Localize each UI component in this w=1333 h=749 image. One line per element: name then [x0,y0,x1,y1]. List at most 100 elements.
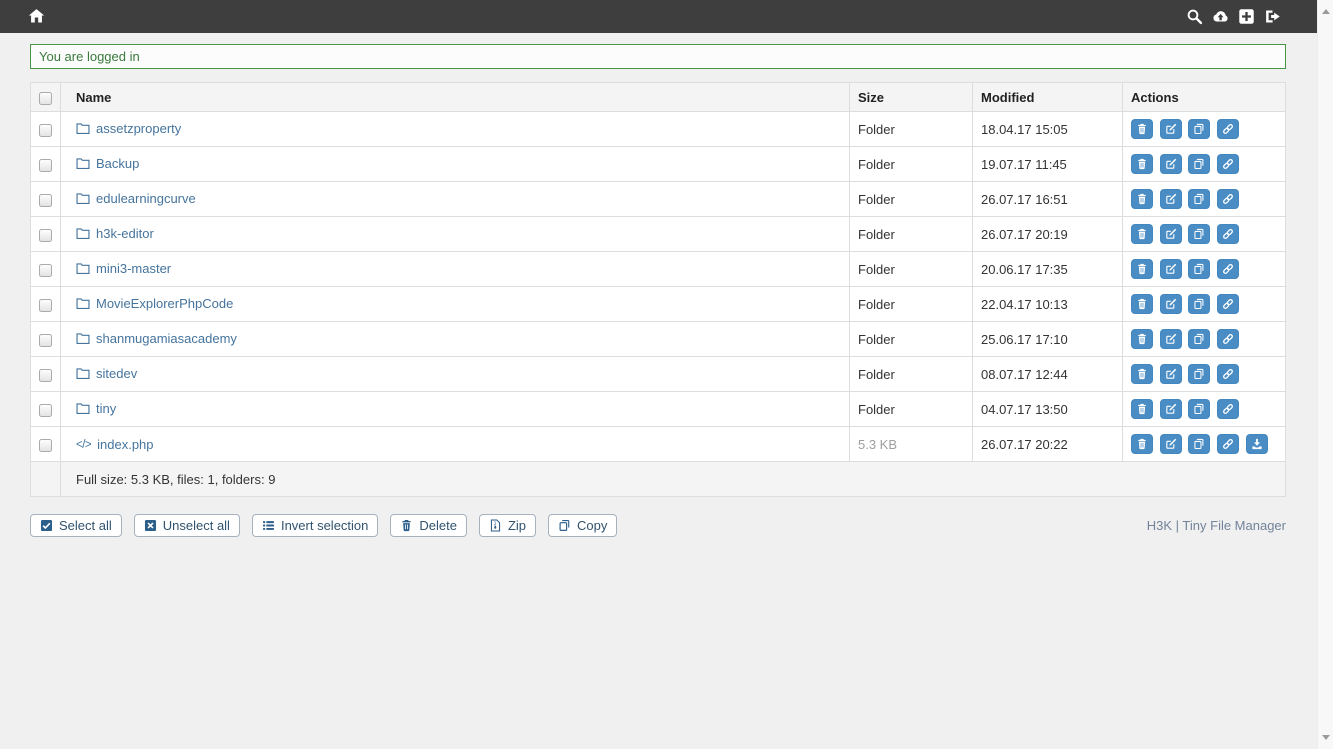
size-cell: Folder [850,252,973,287]
rename-button[interactable] [1160,189,1182,209]
select-all-button[interactable]: Select all [30,514,122,537]
logout-icon[interactable] [1264,8,1281,25]
delete-button[interactable] [1131,224,1153,244]
file-name: sitedev [96,366,137,381]
delete-selected-button[interactable]: Delete [390,514,467,537]
delete-button[interactable] [1131,364,1153,384]
copy-button[interactable] [1188,189,1210,209]
table-row: </> index.php 5.3 KB 26.07.17 20:22 [31,427,1286,462]
table-row: </> mini3-master Folder 20.06.17 17:35 [31,252,1286,287]
row-checkbox[interactable] [39,194,52,207]
rename-button[interactable] [1160,294,1182,314]
copy-icon [558,519,571,532]
rename-button[interactable] [1160,224,1182,244]
row-checkbox[interactable] [39,264,52,277]
copy-button[interactable] [1188,119,1210,139]
zip-file-icon [489,519,502,532]
actions-cell [1123,112,1286,147]
rename-button[interactable] [1160,259,1182,279]
row-checkbox[interactable] [39,369,52,382]
direct-link-button[interactable] [1217,224,1239,244]
file-link[interactable]: </> tiny [76,401,116,416]
row-checkbox[interactable] [39,404,52,417]
direct-link-button[interactable] [1217,294,1239,314]
zip-button[interactable]: Zip [479,514,536,537]
file-link[interactable]: </> mini3-master [76,261,171,276]
upload-icon[interactable] [1212,8,1229,25]
row-checkbox[interactable] [39,299,52,312]
search-icon[interactable] [1186,8,1203,25]
copy-button[interactable]: Copy [548,514,617,537]
rename-button[interactable] [1160,119,1182,139]
rename-button[interactable] [1160,364,1182,384]
file-link[interactable]: </> assetzproperty [76,121,181,136]
size-cell: Folder [850,322,973,357]
row-checkbox-cell [31,392,61,427]
download-button[interactable] [1246,434,1268,454]
invert-selection-button[interactable]: Invert selection [252,514,378,537]
file-link[interactable]: </> sitedev [76,366,137,381]
file-link[interactable]: </> index.php [76,437,154,452]
copy-icon [1193,333,1205,345]
delete-button[interactable] [1131,294,1153,314]
page-scrollbar[interactable] [1317,0,1333,749]
delete-button[interactable] [1131,329,1153,349]
delete-button[interactable] [1131,154,1153,174]
direct-link-button[interactable] [1217,259,1239,279]
file-link[interactable]: </> edulearningcurve [76,191,196,206]
file-link[interactable]: </> h3k-editor [76,226,154,241]
copy-button[interactable] [1188,434,1210,454]
delete-button[interactable] [1131,189,1153,209]
delete-button[interactable] [1131,259,1153,279]
size-cell: Folder [850,182,973,217]
direct-link-button[interactable] [1217,189,1239,209]
rename-button[interactable] [1160,399,1182,419]
folder-icon [76,157,90,170]
row-checkbox[interactable] [39,229,52,242]
select-all-checkbox[interactable] [39,92,52,105]
home-icon[interactable] [28,8,45,25]
direct-link-button[interactable] [1217,399,1239,419]
rename-button[interactable] [1160,329,1182,349]
file-link[interactable]: </> Backup [76,156,139,171]
copy-button[interactable] [1188,364,1210,384]
file-name: index.php [97,437,153,452]
folder-icon [76,192,90,205]
name-cell: </> edulearningcurve [61,182,850,217]
direct-link-button[interactable] [1217,119,1239,139]
delete-button[interactable] [1131,434,1153,454]
file-table-body: </> assetzproperty Folder 18.04.17 15:05 [31,112,1286,462]
direct-link-button[interactable] [1217,329,1239,349]
edit-icon [1165,158,1177,170]
unselect-all-button[interactable]: Unselect all [134,514,240,537]
direct-link-button[interactable] [1217,434,1239,454]
rename-button[interactable] [1160,434,1182,454]
copy-button[interactable] [1188,154,1210,174]
copy-button[interactable] [1188,224,1210,244]
direct-link-button[interactable] [1217,154,1239,174]
direct-link-button[interactable] [1217,364,1239,384]
copy-button[interactable] [1188,294,1210,314]
copy-button[interactable] [1188,259,1210,279]
link-icon [1222,123,1234,135]
copy-button[interactable] [1188,399,1210,419]
name-cell: </> index.php [61,427,850,462]
delete-button[interactable] [1131,119,1153,139]
delete-button[interactable] [1131,399,1153,419]
name-cell: </> tiny [61,392,850,427]
row-checkbox[interactable] [39,439,52,452]
row-checkbox[interactable] [39,334,52,347]
scroll-down-arrow-icon[interactable] [1322,735,1330,740]
trash-icon [1136,193,1148,205]
rename-button[interactable] [1160,154,1182,174]
file-link[interactable]: </> shanmugamiasacademy [76,331,237,346]
file-link[interactable]: </> MovieExplorerPhpCode [76,296,233,311]
name-cell: </> sitedev [61,357,850,392]
scroll-up-arrow-icon[interactable] [1322,9,1330,14]
copy-button[interactable] [1188,329,1210,349]
row-checkbox[interactable] [39,159,52,172]
summary-text: Full size: 5.3 KB, files: 1, folders: 9 [61,462,1286,497]
app-credit-link[interactable]: H3K | Tiny File Manager [1147,518,1286,533]
row-checkbox[interactable] [39,124,52,137]
new-item-icon[interactable] [1238,8,1255,25]
